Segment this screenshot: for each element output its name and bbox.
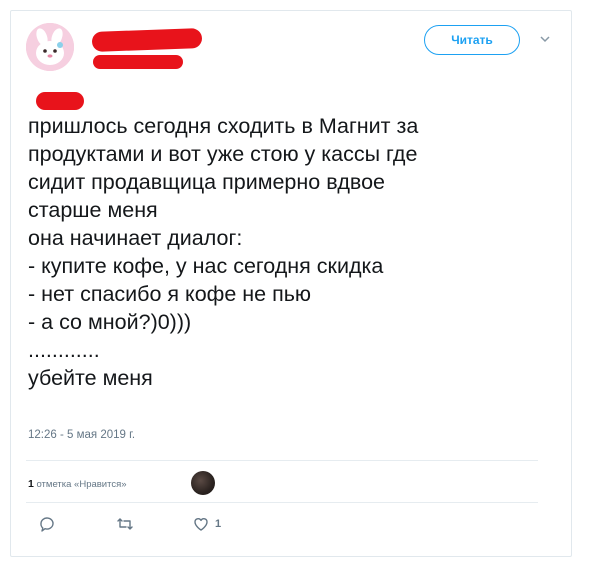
divider — [26, 460, 538, 461]
liker-avatar[interactable] — [191, 471, 215, 495]
like-count: 1 — [215, 518, 222, 530]
avatar-image — [26, 23, 74, 71]
redacted-handle — [93, 55, 183, 69]
likes-label: отметка «Нравится» — [36, 479, 127, 490]
chevron-down-icon[interactable] — [538, 32, 552, 46]
reply-icon[interactable] — [38, 515, 56, 533]
avatar[interactable] — [26, 23, 74, 71]
divider — [26, 502, 538, 503]
tweet-text: пришлось сегодня сходить в Магнит за про… — [28, 114, 419, 390]
tweet-timestamp[interactable]: 12:26 - 5 мая 2019 г. — [28, 429, 135, 441]
likes-summary[interactable]: 1 отметка «Нравится» — [28, 478, 127, 490]
redacted-mention — [36, 92, 84, 110]
likes-count: 1 — [28, 478, 34, 490]
follow-button[interactable]: Читать — [424, 25, 520, 55]
redacted-display-name — [91, 28, 203, 52]
retweet-icon[interactable] — [116, 515, 134, 533]
action-bar: 1 — [0, 515, 600, 539]
like-icon[interactable] — [192, 515, 210, 533]
